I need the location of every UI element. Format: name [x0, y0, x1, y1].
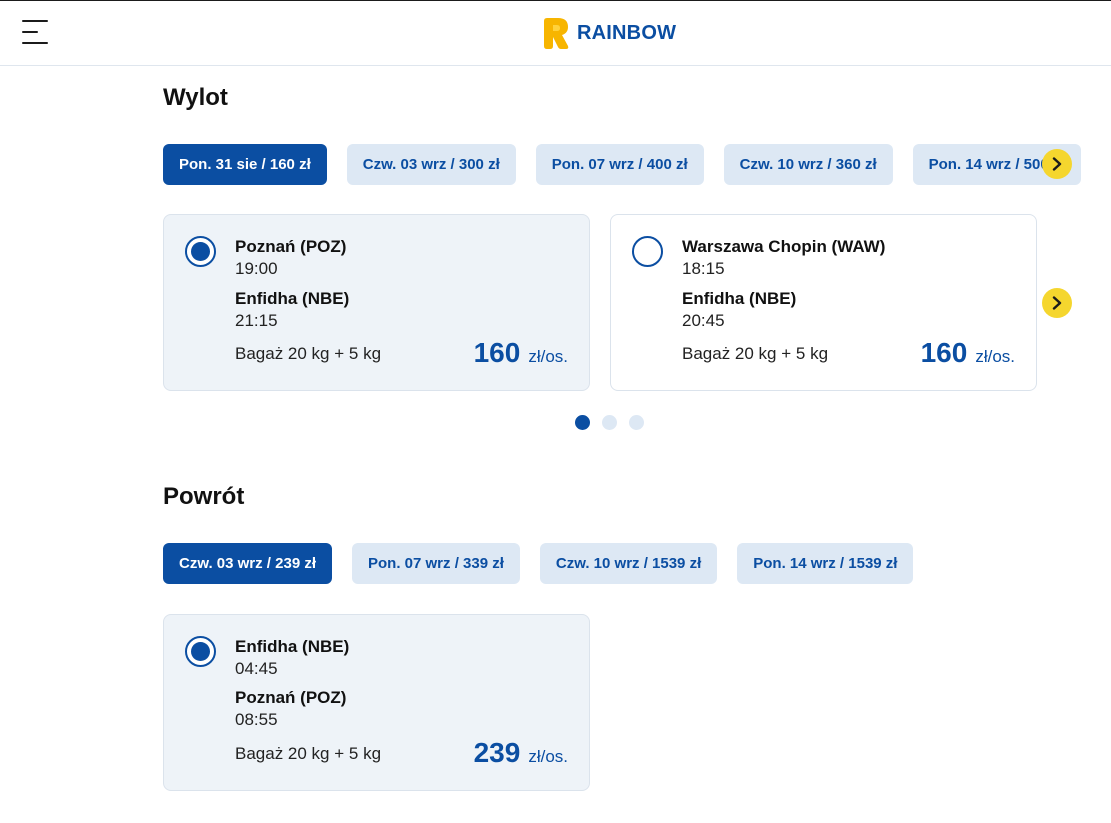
outbound-tab[interactable]: Czw. 10 wrz / 360 zł — [723, 144, 893, 185]
departure-airport: Poznań (POZ) — [235, 237, 347, 256]
carousel-pagination — [575, 415, 644, 430]
flight-card-poz[interactable]: Poznań (POZ) 19:00 Enfidha (NBE) 21:15 B… — [163, 214, 590, 391]
outbound-tab[interactable]: Czw. 03 wrz / 300 zł — [346, 144, 516, 185]
price: 239 zł/os. — [474, 737, 568, 769]
luggage-info: Bagaż 20 kg + 5 kg — [235, 744, 382, 763]
price: 160 zł/os. — [921, 337, 1015, 369]
pagination-dot[interactable] — [602, 415, 617, 430]
return-tab[interactable]: Pon. 07 wrz / 339 zł — [352, 543, 520, 584]
rainbow-logo-icon — [541, 17, 571, 50]
return-tab[interactable]: Czw. 03 wrz / 239 zł — [163, 543, 332, 584]
luggage-info: Bagaż 20 kg + 5 kg — [682, 344, 829, 363]
tabs-next-button[interactable] — [1042, 149, 1072, 179]
arrival-airport: Enfidha (NBE) — [235, 289, 350, 308]
luggage-info: Bagaż 20 kg + 5 kg — [235, 344, 382, 363]
return-date-tabs: Czw. 03 wrz / 239 zł Pon. 07 wrz / 339 z… — [163, 543, 914, 584]
price: 160 zł/os. — [474, 337, 568, 369]
top-header: RAINBOW — [0, 0, 1111, 66]
price-unit: zł/os. — [528, 747, 568, 766]
price-amount: 160 — [920, 337, 968, 368]
flight-card-return[interactable]: Enfidha (NBE) 04:45 Poznań (POZ) 08:55 B… — [163, 614, 590, 791]
rainbow-logo[interactable]: RAINBOW — [541, 16, 676, 50]
outbound-date-tabs: Pon. 31 sie / 160 zł Czw. 03 wrz / 300 z… — [163, 144, 1081, 185]
departure-time: 18:15 — [682, 259, 725, 278]
price-unit: zł/os. — [975, 347, 1015, 366]
price-unit: zł/os. — [528, 347, 568, 366]
radio-selected[interactable] — [185, 636, 216, 667]
chevron-right-icon — [1052, 296, 1062, 310]
flight-card-waw[interactable]: Warszawa Chopin (WAW) 18:15 Enfidha (NBE… — [610, 214, 1037, 391]
radio-selected[interactable] — [185, 236, 216, 267]
outbound-tab[interactable]: Pon. 31 sie / 160 zł — [163, 144, 327, 185]
hamburger-icon[interactable] — [22, 20, 50, 46]
outbound-tab[interactable]: Pon. 07 wrz / 400 zł — [535, 144, 704, 185]
departure-airport: Enfidha (NBE) — [235, 637, 350, 656]
return-tab[interactable]: Pon. 14 wrz / 1539 zł — [737, 543, 914, 584]
arrival-airport: Enfidha (NBE) — [682, 289, 797, 308]
arrival-airport: Poznań (POZ) — [235, 688, 347, 707]
cards-next-button[interactable] — [1042, 288, 1072, 318]
outbound-title: Wylot — [163, 84, 228, 111]
logo-text: RAINBOW — [577, 21, 677, 44]
departure-airport: Warszawa Chopin (WAW) — [682, 237, 886, 256]
radio-unselected[interactable] — [632, 236, 663, 267]
pagination-dot[interactable] — [629, 415, 644, 430]
arrival-time: 08:55 — [235, 710, 278, 729]
pagination-dot[interactable] — [575, 415, 590, 430]
arrival-time: 21:15 — [235, 311, 278, 330]
arrival-time: 20:45 — [682, 311, 725, 330]
price-amount: 160 — [473, 337, 521, 368]
chevron-right-icon — [1052, 157, 1062, 171]
return-tab[interactable]: Czw. 10 wrz / 1539 zł — [539, 543, 718, 584]
departure-time: 04:45 — [235, 659, 278, 678]
return-title: Powrót — [163, 483, 245, 510]
departure-time: 19:00 — [235, 259, 278, 278]
price-amount: 239 — [473, 737, 521, 768]
